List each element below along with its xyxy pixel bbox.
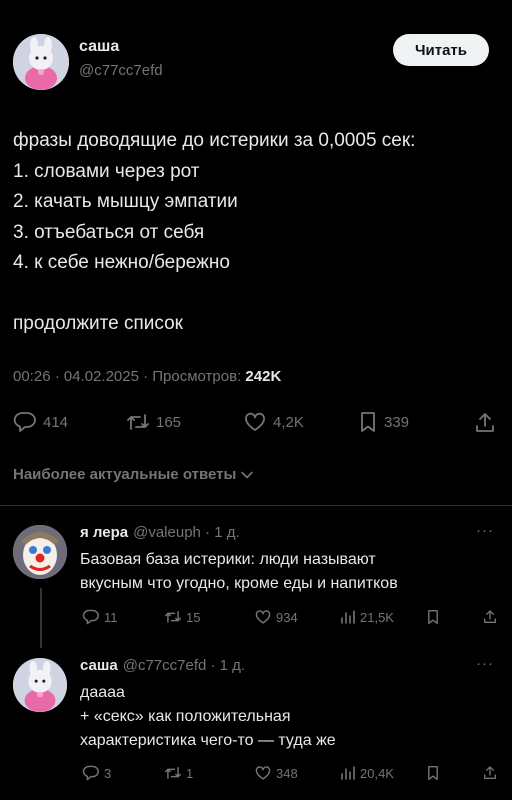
- reply-count: 414: [43, 413, 69, 431]
- bookmark-icon: [361, 412, 375, 432]
- reply-reply-action[interactable]: 11: [82, 609, 118, 625]
- reply-icon: [13, 412, 36, 432]
- share-icon: [484, 766, 496, 779]
- analytics-icon: [341, 766, 355, 780]
- chevron-down-icon: [241, 471, 254, 478]
- reply-icon: [82, 609, 99, 625]
- reply-avatar[interactable]: [13, 658, 67, 712]
- repost-icon: [165, 767, 181, 779]
- reply-text-line: характеристика чего-то — туда же: [80, 732, 336, 749]
- repost-icon: [127, 414, 149, 430]
- bookmark-count: 339: [384, 413, 410, 431]
- author-avatar[interactable]: [13, 34, 69, 90]
- reply-share-action[interactable]: [482, 765, 498, 781]
- share-icon: [484, 610, 496, 623]
- heart-icon: [245, 412, 265, 431]
- reply-bookmark-action[interactable]: [426, 765, 440, 781]
- reply-views-action[interactable]: 21,5K: [340, 609, 394, 625]
- reply-like-action[interactable]: 348: [254, 765, 298, 781]
- author-name[interactable]: саша: [79, 38, 119, 56]
- reply-text-line: + «секс» как положительная: [80, 708, 291, 725]
- bookmark-action[interactable]: 339: [358, 411, 409, 433]
- like-action[interactable]: 4,2K: [243, 411, 304, 433]
- reply-like-count: 934: [276, 609, 298, 625]
- thread-line: [40, 588, 42, 648]
- bookmark-icon: [428, 609, 438, 624]
- reply-text-line: вкусным что угодно, кроме еды и напитков: [80, 575, 398, 592]
- heart-icon: [255, 610, 271, 624]
- analytics-icon: [341, 610, 355, 624]
- author-handle[interactable]: @c77cc7efd: [79, 62, 163, 79]
- like-count: 4,2K: [273, 413, 304, 431]
- reply-like-count: 348: [276, 765, 298, 781]
- reply-action[interactable]: 414: [13, 411, 68, 433]
- repost-icon: [165, 611, 181, 623]
- reply-repost-count: 15: [186, 609, 201, 625]
- reply-text: даааа + «секс» как положительная характе…: [80, 681, 336, 753]
- reply-author-name[interactable]: саша: [80, 657, 118, 674]
- post-text-line: 3. отъебаться от себя: [13, 221, 205, 243]
- post-meta: 00:26 · 04.02.2025 · Просмотров: 242K: [13, 368, 281, 385]
- post-text: фразы доводящие до истерики за 0,0005 се…: [13, 126, 503, 340]
- reply-reply-count: 11: [104, 609, 118, 625]
- repost-action[interactable]: 165: [126, 411, 181, 433]
- reply-author-handle[interactable]: @c77cc7efd · 1 д.: [123, 657, 245, 674]
- post-text-line: 4. к себе нежно/бережно: [13, 252, 230, 273]
- divider: [0, 505, 512, 506]
- replies-sort-dropdown[interactable]: Наиболее актуальные ответы: [13, 466, 254, 483]
- bookmark-icon: [428, 765, 438, 780]
- reply-repost-action[interactable]: 15: [164, 609, 200, 625]
- reply-share-action[interactable]: [482, 609, 498, 625]
- reply-text-line: даааа: [80, 684, 125, 701]
- reply-icon: [82, 765, 99, 781]
- more-options-icon[interactable]: ···: [476, 522, 494, 539]
- read-button[interactable]: Читать: [393, 34, 489, 66]
- more-options-icon[interactable]: ···: [476, 655, 494, 672]
- reply-repost-action[interactable]: 1: [164, 765, 193, 781]
- reply-repost-count: 1: [186, 765, 194, 781]
- post-text-line: продолжите список: [13, 313, 183, 334]
- repost-count: 165: [156, 413, 182, 431]
- post-text-line: 2. качать мышцу эмпатии: [13, 191, 238, 212]
- reply-author-name[interactable]: я лера: [80, 524, 128, 541]
- reply-header: я лера @valeuph · 1 д.: [80, 524, 240, 541]
- reply-avatar[interactable]: [13, 525, 67, 579]
- reply-bookmark-action[interactable]: [426, 609, 440, 625]
- reply-header: саша @c77cc7efd · 1 д.: [80, 657, 245, 674]
- reply-reply-count: 3: [104, 765, 112, 781]
- heart-icon: [255, 766, 271, 780]
- post-timestamp[interactable]: 00:26 · 04.02.2025 · Просмотров:: [13, 368, 245, 385]
- share-icon: [476, 413, 494, 432]
- post-text-line: [13, 279, 503, 310]
- reply-reply-action[interactable]: 3: [82, 765, 111, 781]
- reply-text-line: Базовая база истерики: люди называют: [80, 551, 376, 568]
- post-text-line: фразы доводящие до истерики за 0,0005 се…: [13, 130, 416, 151]
- reply-text: Базовая база истерики: люди называют вку…: [80, 548, 398, 596]
- reply-views-count: 21,5K: [360, 609, 394, 625]
- reply-author-handle[interactable]: @valeuph · 1 д.: [133, 524, 240, 541]
- share-action[interactable]: [473, 411, 497, 435]
- reply-like-action[interactable]: 934: [254, 609, 298, 625]
- replies-section-title: Наиболее актуальные ответы: [13, 466, 237, 483]
- post-text-line: 1. словами через рот: [13, 160, 200, 182]
- reply-views-count: 20,4K: [360, 765, 394, 781]
- post-views-count: 242K: [245, 368, 282, 385]
- reply-views-action[interactable]: 20,4K: [340, 765, 394, 781]
